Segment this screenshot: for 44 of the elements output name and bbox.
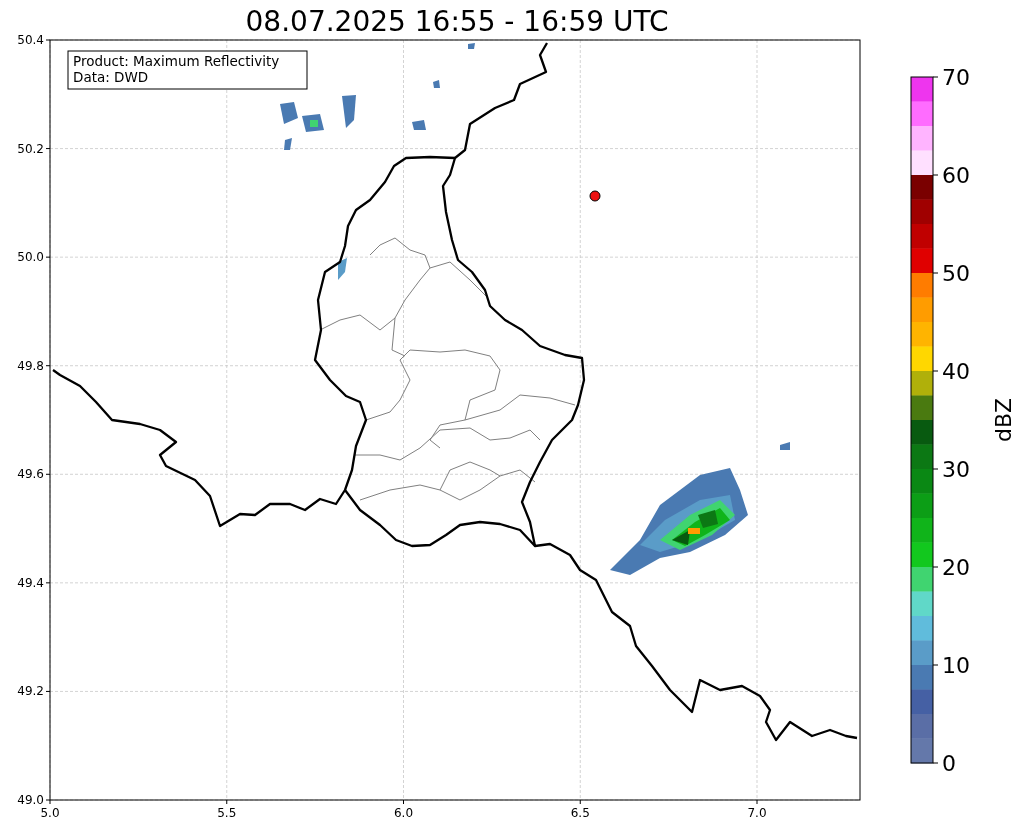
y-tick-label: 49.6 [17, 467, 44, 482]
tick-mark [579, 799, 581, 805]
y-tick-label: 49.4 [17, 575, 44, 590]
tick-mark [403, 799, 404, 805]
colorbar-tick-label: 70 [942, 65, 970, 90]
tick-mark [226, 799, 228, 805]
info-box: Product: Maximum Reflectivity Data: DWD [67, 50, 308, 90]
colorbar-tick-label: 30 [942, 457, 970, 482]
tick-mark [45, 256, 51, 258]
y-tick-label: 50.4 [17, 33, 44, 47]
x-tick-label: 6.5 [570, 806, 590, 820]
tick-mark [45, 148, 51, 150]
colorbar-tick-label: 10 [942, 653, 970, 678]
tick-mark [932, 468, 939, 470]
x-tick-label: 5.0 [40, 806, 60, 820]
y-tick-label: 50.2 [17, 141, 44, 156]
colorbar-tick-label: 0 [942, 751, 956, 776]
colorbar-tick-label: 50 [942, 261, 970, 286]
y-tick-label: 49.0 [17, 793, 44, 807]
tick-mark [932, 272, 939, 274]
tick-mark [45, 39, 51, 41]
colorbar-tick-label: 60 [942, 163, 970, 188]
tick-mark [932, 762, 939, 764]
tick-mark [932, 370, 939, 372]
x-tick-label: 5.5 [217, 806, 237, 820]
colorbar-tick-label: 40 [942, 359, 970, 384]
y-tick-label: 49.2 [17, 684, 44, 699]
location-marker [589, 190, 601, 202]
y-tick-label: 50.0 [17, 250, 44, 265]
colorbar-label: dBZ [991, 397, 1016, 443]
tick-mark [45, 473, 51, 475]
tick-mark [45, 582, 51, 584]
x-tick-label: 7.0 [747, 806, 767, 820]
tick-mark [932, 664, 939, 666]
tick-mark [45, 690, 51, 692]
tick-mark [932, 174, 939, 176]
x-tick-label: 6.0 [393, 806, 414, 820]
colorbar-tick-label: 20 [942, 555, 970, 580]
tick-mark [756, 799, 758, 805]
tick-mark [45, 365, 51, 367]
y-tick-label: 49.8 [17, 358, 44, 373]
tick-mark [932, 76, 939, 78]
tick-mark [932, 566, 939, 568]
chart-title: 08.07.2025 16:55 - 16:59 UTC [245, 5, 669, 38]
